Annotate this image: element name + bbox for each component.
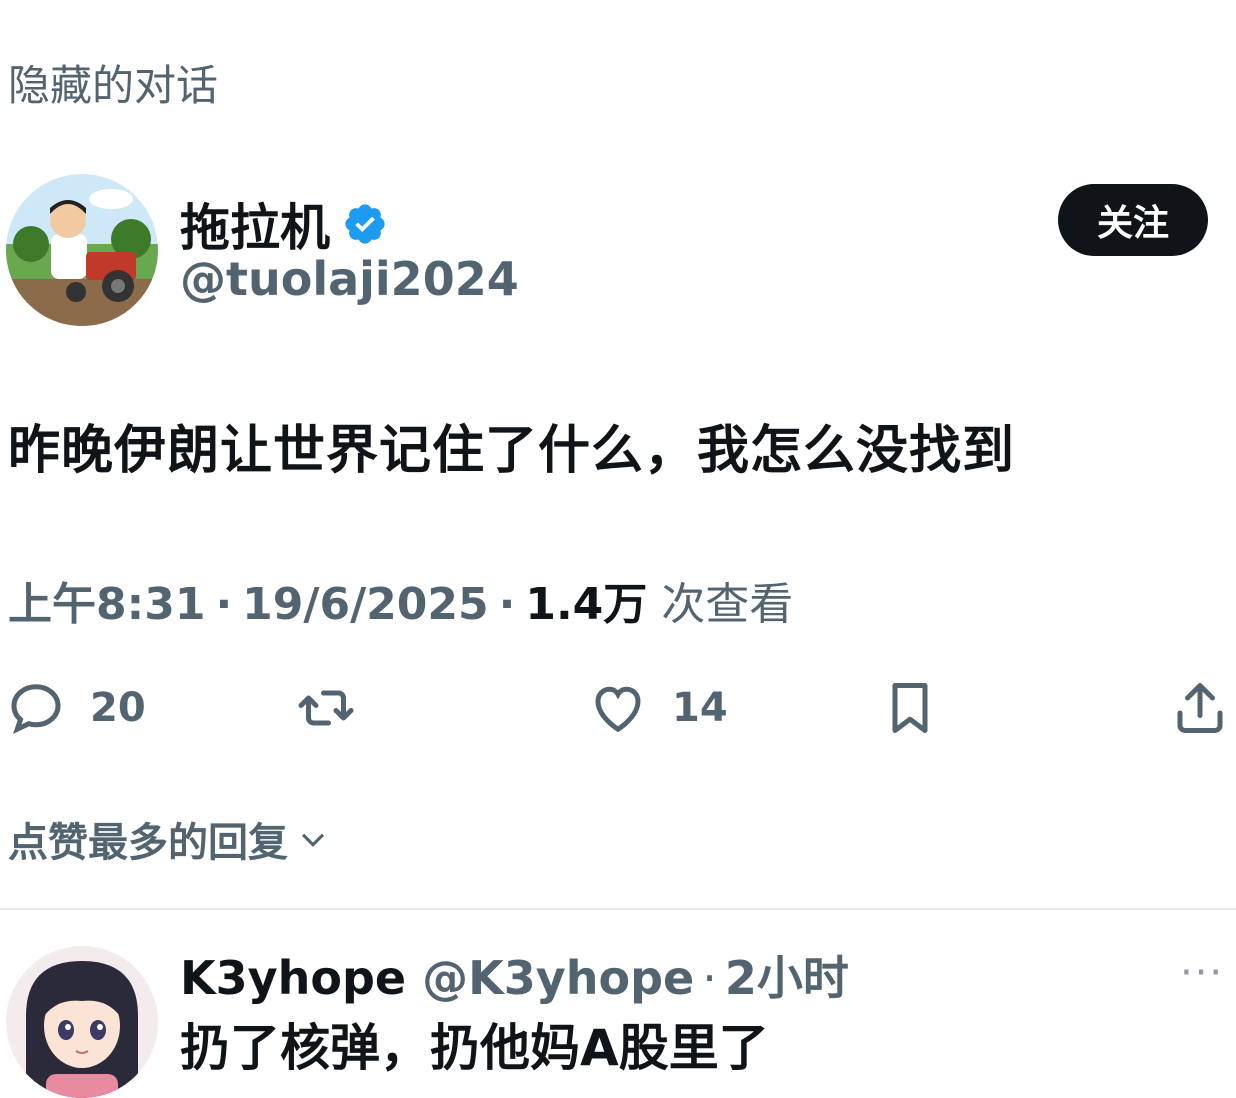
tweet-time[interactable]: 上午8:31 [8,568,205,632]
like-count: 14 [672,685,728,731]
author-display-name[interactable]: 拖拉机 [180,188,388,260]
reply-author-avatar[interactable] [6,946,158,1098]
tweet-meta: 上午8:31 · 19/6/2025 · 1.4万 次查看 [8,568,793,632]
reply-author-name[interactable]: K3yhope [180,951,406,1005]
heart-icon [595,686,641,733]
reply-meta-separator: · [702,951,717,1005]
author-avatar[interactable] [6,174,158,326]
share-icon [1177,683,1223,733]
verified-badge-icon [345,204,385,244]
more-options-icon[interactable]: ··· [1180,950,1224,996]
meta-separator: · [498,579,516,630]
author-name-text: 拖拉机 [180,199,330,257]
divider [0,908,1236,910]
hidden-conversation-title: 隐藏的对话 [8,61,219,110]
reply-text: 扔了核弹，扔他妈A股里了 [180,1019,769,1077]
replies-sort-dropdown[interactable]: 点赞最多的回复 [8,810,330,868]
reply-header: K3yhope @K3yhope · 2小时 [180,942,849,1008]
view-count: 1.4万 [525,579,648,630]
bookmark-button[interactable] [880,678,940,738]
meta-separator: · [215,579,233,630]
author-handle[interactable]: @tuolaji2024 [180,252,519,306]
retweet-button[interactable] [296,678,356,738]
reply-icon [11,684,61,735]
chevron-down-icon [301,833,325,847]
reply-count: 20 [90,685,146,731]
tweet-date[interactable]: 19/6/2025 [242,579,488,630]
reply-button[interactable]: 20 [6,678,146,738]
replies-sort-label: 点赞最多的回复 [8,820,288,866]
like-button[interactable]: 14 [588,678,728,738]
bookmark-icon [892,683,928,733]
view-count-label: 次查看 [661,579,794,630]
retweet-icon [298,690,354,726]
follow-button[interactable]: 关注 [1058,184,1208,256]
reply-time[interactable]: 2小时 [725,942,849,1008]
tweet-text: 昨晚伊朗让世界记住了什么，我怎么没找到 [8,421,1016,481]
share-button[interactable] [1170,678,1230,738]
reply-author-handle[interactable]: @K3yhope [422,951,694,1005]
